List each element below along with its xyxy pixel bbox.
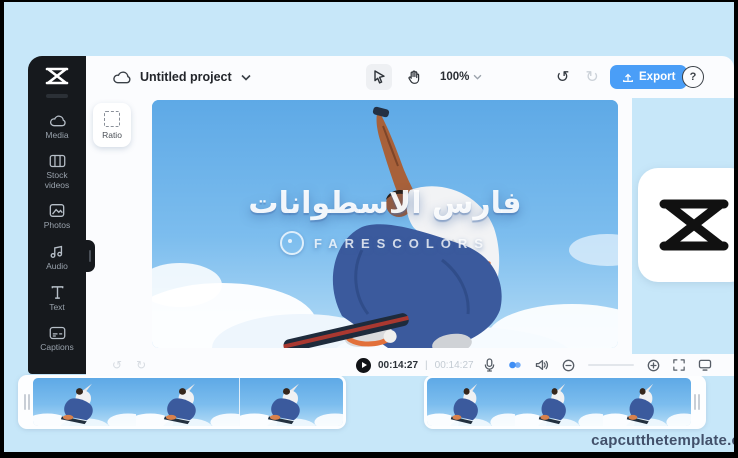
canvas-tools-group: 100% <box>366 56 482 98</box>
chevron-down-icon[interactable] <box>241 74 251 81</box>
undo-button[interactable]: ↺ <box>556 69 569 85</box>
sidebar-logo-divider <box>46 94 68 98</box>
clip-thumbnail <box>427 378 515 426</box>
capcut-logo-large-icon <box>655 194 733 256</box>
sidebar-item-label: Text <box>49 303 65 313</box>
project-title-group: Untitled project <box>112 56 251 98</box>
clip-thumbnail <box>33 378 136 426</box>
fit-to-screen-icon[interactable] <box>673 359 685 371</box>
zoom-out-icon[interactable] <box>562 359 575 372</box>
video-clip-right[interactable] <box>424 375 706 429</box>
help-button[interactable]: ? <box>682 66 704 88</box>
audio-icon <box>49 244 65 259</box>
timeline-redo-button[interactable]: ↻ <box>136 359 146 371</box>
timeline-history-group: ↺ ↻ <box>112 354 146 376</box>
timeline-controls-group <box>484 354 712 376</box>
clip-thumbnail <box>515 378 603 426</box>
photos-icon <box>49 203 65 218</box>
clip-thumbnail <box>136 378 239 426</box>
zoom-level-value: 100% <box>440 71 469 83</box>
stock-videos-icon <box>49 154 66 168</box>
preview-area: فارس الاسطوانات FARESCOLORS <box>86 98 632 354</box>
ratio-dashed-square-icon <box>104 111 120 127</box>
hand-tool-button[interactable] <box>400 64 426 90</box>
sidebar-item-stock-videos[interactable]: Stock videos <box>28 154 86 191</box>
text-icon <box>50 285 65 300</box>
top-header: Untitled project 100% <box>86 56 734 98</box>
capcut-logo-card <box>638 168 734 282</box>
sidebar-item-photos[interactable]: Photos <box>28 203 86 231</box>
preview-display-icon[interactable] <box>698 359 712 371</box>
capcut-logo-icon <box>44 66 70 86</box>
redo-button[interactable]: ↻ <box>585 69 598 85</box>
zoom-level-dropdown[interactable]: 100% <box>440 71 482 83</box>
select-tool-button[interactable] <box>366 64 392 90</box>
ratio-button[interactable]: Ratio <box>93 103 131 147</box>
clip-trim-handle-right[interactable] <box>691 378 703 426</box>
timeline-undo-button[interactable]: ↺ <box>112 359 122 371</box>
playback-group: 00:14:27 | 00:14:27 <box>356 354 474 376</box>
left-sidebar: Media Stock videos Photos Audio <box>28 56 86 374</box>
clip-thumbnails <box>33 378 343 426</box>
total-time: 00:14:27 <box>435 360 474 371</box>
voice-enhance-icon[interactable] <box>508 360 522 370</box>
question-mark-icon: ? <box>690 71 697 83</box>
skateboarder-video-frame <box>152 100 618 348</box>
sidebar-item-captions[interactable]: Captions <box>28 326 86 353</box>
app-screen: Media Stock videos Photos Audio <box>4 2 734 452</box>
cursor-arrow-icon <box>373 70 385 84</box>
clip-trim-handle-left[interactable] <box>21 378 33 426</box>
history-group: ↺ ↻ <box>556 56 599 98</box>
sidebar-collapse-handle[interactable] <box>86 240 95 272</box>
microphone-icon[interactable] <box>484 358 495 372</box>
chevron-down-icon <box>473 74 482 80</box>
timeline-filmstrip: ][ <box>4 374 734 432</box>
zoom-in-icon[interactable] <box>647 359 660 372</box>
cloud-sync-icon <box>112 70 131 85</box>
sidebar-item-audio[interactable]: Audio <box>28 244 86 272</box>
sidebar-item-label: Photos <box>44 221 70 231</box>
play-button[interactable] <box>356 358 371 373</box>
sidebar-menu: Media Stock videos Photos Audio <box>28 114 86 352</box>
ratio-label: Ratio <box>102 130 122 140</box>
clip-thumbnails <box>427 378 691 426</box>
clip-thumbnail <box>240 378 343 426</box>
cloud-media-icon <box>49 114 66 128</box>
sidebar-item-text[interactable]: Text <box>28 285 86 313</box>
sidebar-item-label: Media <box>45 131 68 141</box>
speaker-icon[interactable] <box>535 359 549 371</box>
timeline-zoom-slider[interactable] <box>588 364 634 366</box>
current-time: 00:14:27 <box>378 360 418 371</box>
project-title[interactable]: Untitled project <box>140 70 232 84</box>
export-upload-icon <box>622 72 634 83</box>
captions-icon <box>49 326 66 340</box>
hand-icon <box>407 70 420 84</box>
site-watermark-text: capcutthetemplate.c <box>591 432 734 449</box>
sidebar-item-label: Captions <box>40 343 74 353</box>
timeline-toolbar: ↺ ↻ 00:14:27 | 00:14:27 <box>86 354 734 376</box>
sidebar-item-label: Stock videos <box>35 171 79 191</box>
video-clip-left[interactable] <box>18 375 346 429</box>
clip-thumbnail <box>603 378 691 426</box>
time-separator: | <box>425 360 428 371</box>
sidebar-item-media[interactable]: Media <box>28 114 86 141</box>
export-button[interactable]: Export <box>610 65 687 89</box>
video-canvas[interactable]: فارس الاسطوانات FARESCOLORS <box>152 100 618 348</box>
sidebar-item-label: Audio <box>46 262 68 272</box>
export-label: Export <box>639 71 675 83</box>
